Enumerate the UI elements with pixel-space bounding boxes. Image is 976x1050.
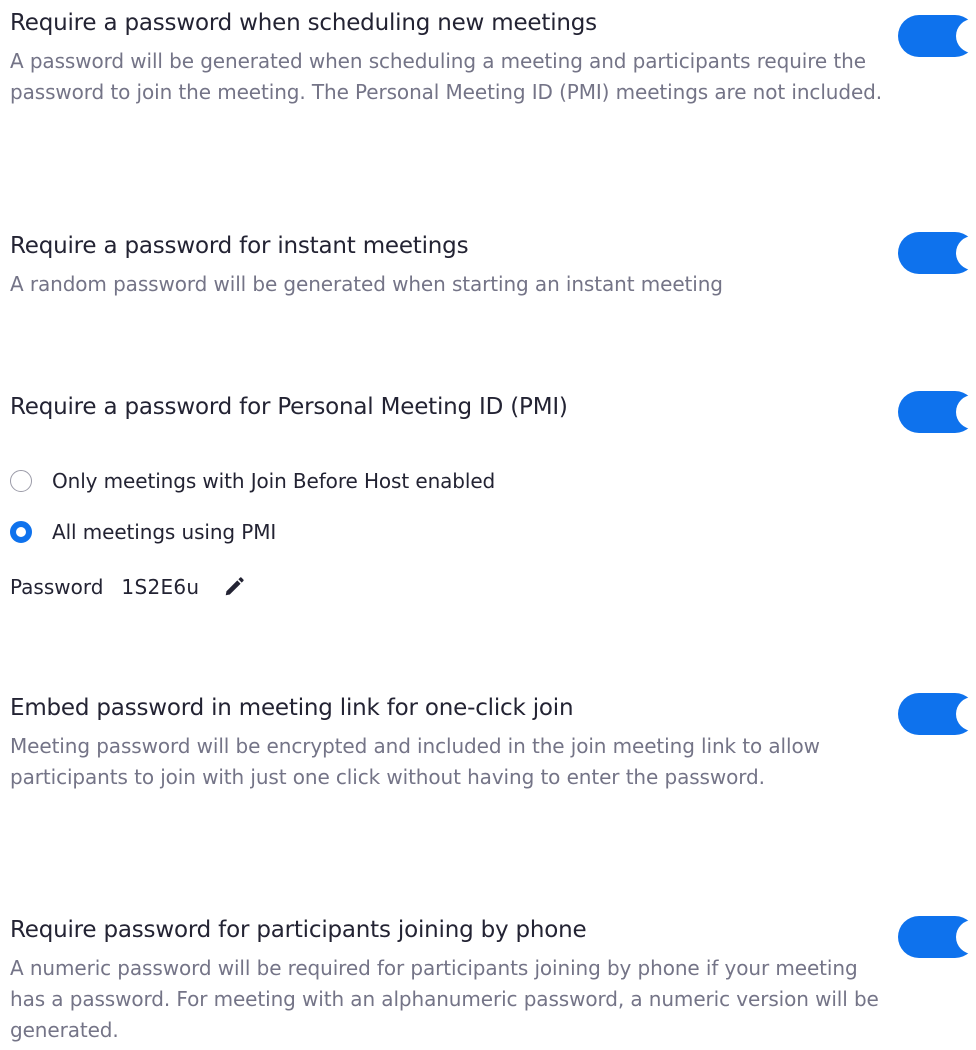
setting-title: Require password for participants joinin… — [10, 917, 587, 943]
setting-description: A random password will be generated when… — [10, 272, 723, 296]
setting-pmi-password: Require a password for Personal Meeting … — [10, 392, 976, 422]
toggle-knob — [956, 236, 976, 270]
radio-label: Only meetings with Join Before Host enab… — [52, 469, 496, 493]
radio-button-unselected[interactable] — [10, 470, 32, 492]
toggle-knob — [956, 697, 976, 731]
radio-option-all-pmi[interactable]: All meetings using PMI — [10, 517, 276, 547]
radio-label: All meetings using PMI — [52, 520, 277, 544]
setting-description: A numeric password will be required for … — [10, 956, 879, 1042]
toggle-knob — [956, 395, 976, 429]
setting-embed-password: Embed password in meeting link for one-c… — [10, 693, 976, 793]
password-label: Password — [10, 575, 104, 599]
radio-button-selected[interactable] — [10, 521, 32, 543]
pmi-password-row: Password 1S2E6u — [10, 572, 245, 602]
setting-phone-password: Require password for participants joinin… — [10, 915, 976, 1046]
pmi-password-toggle[interactable] — [898, 391, 976, 433]
password-value: 1S2E6u — [121, 575, 200, 599]
pencil-icon[interactable] — [223, 576, 245, 598]
setting-title: Require a password for instant meetings — [10, 233, 469, 259]
setting-description: A password will be generated when schedu… — [10, 49, 883, 104]
instant-password-toggle[interactable] — [898, 232, 976, 274]
setting-title: Require a password for Personal Meeting … — [10, 394, 568, 420]
embed-password-toggle[interactable] — [898, 693, 976, 735]
setting-title: Require a password when scheduling new m… — [10, 10, 597, 36]
toggle-knob — [956, 19, 976, 53]
phone-password-toggle[interactable] — [898, 916, 976, 958]
setting-instant-password: Require a password for instant meetings … — [10, 231, 976, 300]
setting-scheduling-password: Require a password when scheduling new m… — [10, 8, 976, 108]
setting-title: Embed password in meeting link for one-c… — [10, 695, 574, 721]
radio-option-join-before-host[interactable]: Only meetings with Join Before Host enab… — [10, 466, 495, 496]
toggle-knob — [956, 920, 976, 954]
setting-description: Meeting password will be encrypted and i… — [10, 734, 820, 789]
scheduling-password-toggle[interactable] — [898, 15, 976, 57]
